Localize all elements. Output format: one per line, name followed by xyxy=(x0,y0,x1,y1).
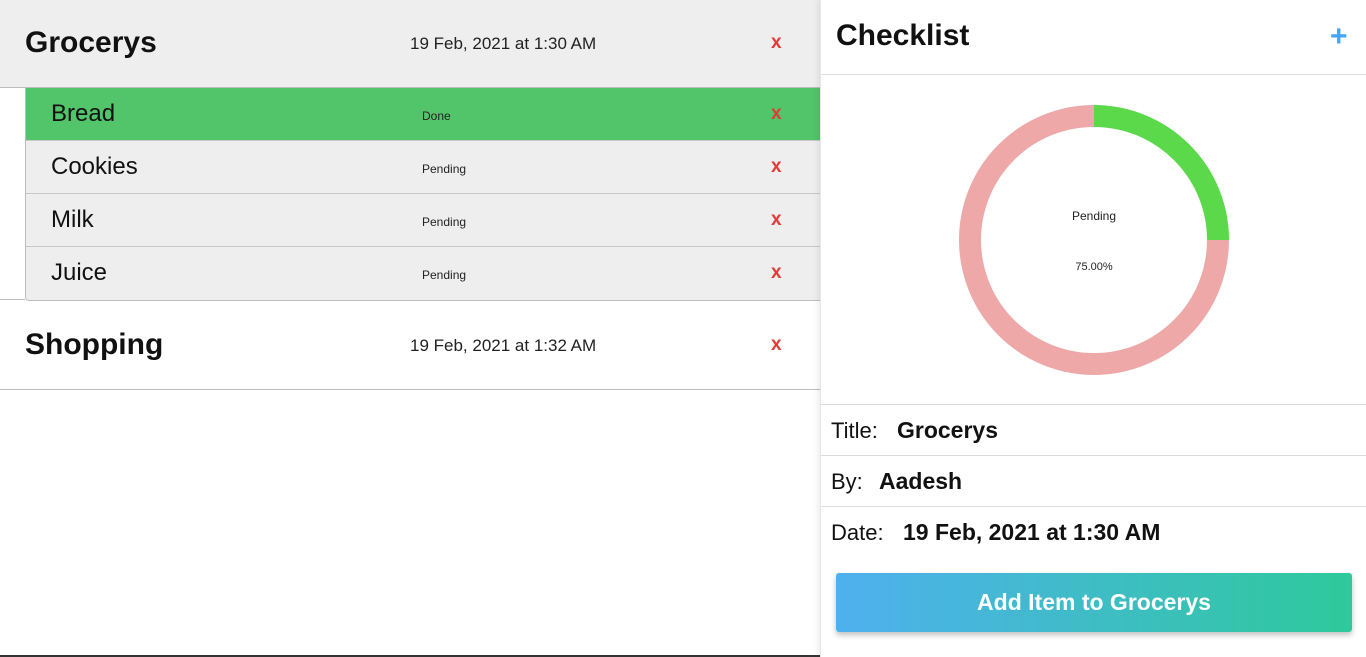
delete-item-button[interactable]: x xyxy=(771,262,782,284)
item-status: Pending xyxy=(422,162,467,176)
item-status: Pending xyxy=(422,268,467,282)
detail-by-label: By: xyxy=(831,469,863,494)
list-header-shopping[interactable]: Shopping 19 Feb, 2021 at 1:32 AM x xyxy=(0,302,820,390)
item-status: Done xyxy=(422,109,451,123)
delete-item-button[interactable]: x xyxy=(771,209,782,231)
delete-item-button[interactable]: x xyxy=(771,103,782,125)
list-item[interactable]: Bread Done x xyxy=(26,88,820,141)
detail-title-row: Title: Grocerys xyxy=(821,405,1366,456)
detail-title-label: Title: xyxy=(831,418,878,443)
detail-date-label: Date: xyxy=(831,520,884,545)
item-status: Pending xyxy=(422,215,467,229)
list-item[interactable]: Milk Pending x xyxy=(26,194,820,247)
item-name: Milk xyxy=(51,206,94,233)
grocerys-items: Bread Done x Cookies Pending x Milk Pend… xyxy=(25,88,820,301)
checklist-panel: Checklist + Pending 75.00% Title: Grocery… xyxy=(820,0,1366,657)
delete-list-button[interactable]: x xyxy=(771,334,782,356)
list-title: Grocerys xyxy=(25,26,157,59)
donut-center-label: Pending xyxy=(1072,209,1116,223)
detail-date-value: 19 Feb, 2021 at 1:30 AM xyxy=(903,519,1161,545)
donut-chart: Pending 75.00% xyxy=(959,105,1229,375)
add-checklist-icon[interactable]: + xyxy=(1330,22,1348,52)
panel-title: Checklist xyxy=(836,19,970,52)
item-name: Juice xyxy=(51,259,108,286)
list-date: 19 Feb, 2021 at 1:30 AM xyxy=(410,34,597,53)
progress-chart: Pending 75.00% xyxy=(821,75,1366,405)
detail-date-row: Date: 19 Feb, 2021 at 1:30 AM xyxy=(821,507,1366,558)
list-header-grocerys[interactable]: Grocerys 19 Feb, 2021 at 1:30 AM x xyxy=(0,0,820,88)
checklists-pane: Grocerys 19 Feb, 2021 at 1:30 AM x Bread… xyxy=(0,0,820,657)
items-gutter xyxy=(0,88,25,300)
list-title: Shopping xyxy=(25,328,164,361)
delete-item-button[interactable]: x xyxy=(771,156,782,178)
delete-list-button[interactable]: x xyxy=(771,32,782,54)
detail-by-value: Aadesh xyxy=(879,468,963,494)
list-item[interactable]: Cookies Pending x xyxy=(26,141,820,194)
detail-title-value: Grocerys xyxy=(897,417,999,443)
item-name: Cookies xyxy=(51,153,138,180)
detail-by-row: By: Aadesh xyxy=(821,456,1366,507)
item-name: Bread xyxy=(51,100,116,127)
add-item-button[interactable]: Add Item to Grocerys xyxy=(836,573,1352,632)
donut-center-value: 75.00% xyxy=(1075,261,1113,273)
list-item[interactable]: Juice Pending x xyxy=(26,247,820,300)
list-date: 19 Feb, 2021 at 1:32 AM xyxy=(410,336,597,355)
panel-header: Checklist + xyxy=(821,0,1366,75)
